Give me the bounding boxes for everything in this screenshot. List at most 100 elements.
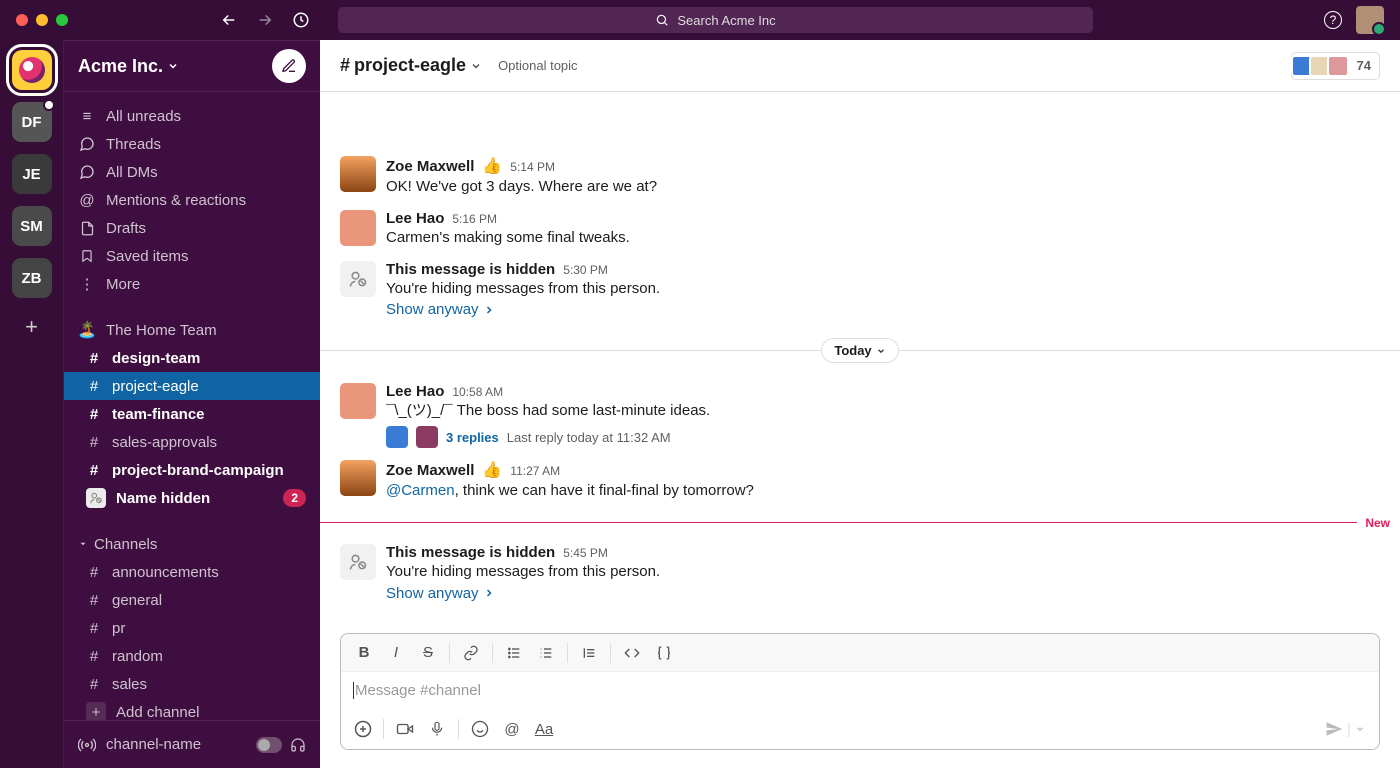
ordered-list-button[interactable] bbox=[499, 638, 529, 668]
emoji-button[interactable] bbox=[465, 714, 495, 744]
channel-name-button[interactable]: # project-eagle bbox=[340, 55, 482, 76]
hidden-avatar-icon bbox=[86, 488, 106, 508]
message[interactable]: Zoe Maxwell👍5:14 PM OK! We've got 3 days… bbox=[320, 150, 1400, 204]
channel-design-team[interactable]: #design-team bbox=[64, 344, 320, 372]
member-count: 74 bbox=[1357, 58, 1371, 73]
strike-button[interactable]: S bbox=[413, 638, 443, 668]
mention-button[interactable]: @ bbox=[497, 714, 527, 744]
timestamp[interactable]: 10:58 AM bbox=[452, 385, 503, 399]
audio-button[interactable] bbox=[422, 714, 452, 744]
channel-pr[interactable]: #pr bbox=[64, 614, 320, 642]
search-input[interactable]: Search Acme Inc bbox=[338, 7, 1093, 33]
workspace-zb[interactable]: ZB bbox=[12, 258, 52, 298]
codeblock-button[interactable] bbox=[649, 638, 679, 668]
headphones-icon[interactable] bbox=[290, 737, 306, 753]
message-input[interactable]: Message #channel bbox=[341, 672, 1379, 709]
mentions-icon: @ bbox=[78, 192, 96, 209]
nav-threads[interactable]: Threads bbox=[64, 130, 320, 158]
hidden-message[interactable]: This message is hidden5:45 PM You're hid… bbox=[320, 538, 1400, 608]
add-workspace-button[interactable]: + bbox=[25, 314, 38, 340]
nav-mentions[interactable]: @Mentions & reactions bbox=[64, 186, 320, 214]
avatar[interactable] bbox=[340, 460, 376, 496]
channel-general[interactable]: #general bbox=[64, 586, 320, 614]
timestamp[interactable]: 5:14 PM bbox=[510, 160, 555, 174]
sidebar: Acme Inc. ≡All unreads Threads All DMs @… bbox=[64, 40, 320, 768]
minimize-window[interactable] bbox=[36, 14, 48, 26]
avatar[interactable] bbox=[340, 210, 376, 246]
compose-button[interactable] bbox=[272, 49, 306, 83]
section-home-team[interactable]: 🏝️The Home Team bbox=[64, 316, 320, 344]
nav-all-dms[interactable]: All DMs bbox=[64, 158, 320, 186]
more-icon: ⋮ bbox=[78, 275, 96, 293]
close-window[interactable] bbox=[16, 14, 28, 26]
message-list[interactable]: Zoe Maxwell👍5:14 PM OK! We've got 3 days… bbox=[320, 92, 1400, 633]
author-name[interactable]: Lee Hao bbox=[386, 210, 444, 227]
channel-team-finance[interactable]: #team-finance bbox=[64, 400, 320, 428]
send-button[interactable]: | bbox=[1319, 716, 1371, 742]
formatting-toggle[interactable]: Aa bbox=[529, 714, 559, 744]
titlebar: Search Acme Inc ? bbox=[0, 0, 1400, 40]
section-channels[interactable]: Channels bbox=[64, 530, 320, 558]
message-composer: B I S Message #channel bbox=[340, 633, 1380, 750]
hidden-message[interactable]: This message is hidden5:30 PM You're hid… bbox=[320, 255, 1400, 325]
author-name[interactable]: Zoe Maxwell bbox=[386, 158, 474, 175]
footer-channel[interactable]: channel-name bbox=[106, 736, 201, 753]
author-name[interactable]: Lee Hao bbox=[386, 383, 444, 400]
avatar[interactable] bbox=[340, 383, 376, 419]
message-text: ¯\_(ツ)_/¯ The boss had some last-minute … bbox=[386, 400, 1380, 422]
member-list-button[interactable]: 74 bbox=[1291, 52, 1380, 80]
channel-project-brand-campaign[interactable]: #project-brand-campaign bbox=[64, 456, 320, 484]
attach-button[interactable] bbox=[349, 715, 377, 743]
timestamp[interactable]: 5:45 PM bbox=[563, 546, 608, 560]
channel-project-eagle[interactable]: #project-eagle bbox=[64, 372, 320, 400]
timestamp[interactable]: 11:27 AM bbox=[510, 464, 560, 478]
timestamp[interactable]: 5:30 PM bbox=[563, 263, 608, 277]
workspace-sm[interactable]: SM bbox=[12, 206, 52, 246]
date-pill[interactable]: Today bbox=[821, 338, 898, 363]
antenna-icon bbox=[78, 736, 96, 754]
workspace-acme[interactable] bbox=[12, 50, 52, 90]
nav-all-unreads[interactable]: ≡All unreads bbox=[64, 102, 320, 130]
workspace-je[interactable]: JE bbox=[12, 154, 52, 194]
link-button[interactable] bbox=[456, 638, 486, 668]
message[interactable]: Lee Hao 10:58 AM ¯\_(ツ)_/¯ The boss had s… bbox=[320, 377, 1400, 454]
history-forward[interactable] bbox=[256, 11, 274, 29]
channel-random[interactable]: #random bbox=[64, 642, 320, 670]
nav-more[interactable]: ⋮More bbox=[64, 270, 320, 298]
bullet-list-button[interactable] bbox=[531, 638, 561, 668]
help-icon[interactable]: ? bbox=[1324, 11, 1342, 29]
send-icon bbox=[1325, 720, 1343, 738]
message[interactable]: Lee Hao5:16 PM Carmen's making some fina… bbox=[320, 204, 1400, 255]
channel-sales-approvals[interactable]: #sales-approvals bbox=[64, 428, 320, 456]
hidden-label: This message is hidden bbox=[386, 261, 555, 278]
workspace-df[interactable]: DF bbox=[12, 102, 52, 142]
blockquote-button[interactable] bbox=[574, 638, 604, 668]
code-button[interactable] bbox=[617, 638, 647, 668]
workspace-switcher[interactable]: Acme Inc. bbox=[78, 56, 179, 77]
dm-name-hidden[interactable]: Name hidden 2 bbox=[64, 484, 320, 512]
show-anyway-link[interactable]: Show anyway bbox=[386, 585, 495, 602]
video-button[interactable] bbox=[390, 714, 420, 744]
maximize-window[interactable] bbox=[56, 14, 68, 26]
italic-button[interactable]: I bbox=[381, 638, 411, 668]
history-back[interactable] bbox=[220, 11, 238, 29]
nav-saved[interactable]: Saved items bbox=[64, 242, 320, 270]
history-icon[interactable] bbox=[292, 11, 310, 29]
huddle-toggle[interactable] bbox=[256, 737, 282, 753]
bold-button[interactable]: B bbox=[349, 638, 379, 668]
threads-icon bbox=[78, 136, 96, 152]
new-label: New bbox=[1357, 516, 1400, 530]
user-avatar[interactable] bbox=[1356, 6, 1384, 34]
avatar[interactable] bbox=[340, 156, 376, 192]
author-name[interactable]: Zoe Maxwell bbox=[386, 462, 474, 479]
add-channel-button[interactable]: +Add channel bbox=[64, 698, 320, 720]
message[interactable]: Zoe Maxwell👍11:27 AM @Carmen, think we c… bbox=[320, 454, 1400, 508]
mention[interactable]: @Carmen bbox=[386, 482, 455, 499]
channel-announcements[interactable]: #announcements bbox=[64, 558, 320, 586]
thread-summary[interactable]: 3 replies Last reply today at 11:32 AM bbox=[386, 426, 1380, 448]
channel-sales[interactable]: #sales bbox=[64, 670, 320, 698]
timestamp[interactable]: 5:16 PM bbox=[452, 212, 497, 226]
nav-drafts[interactable]: Drafts bbox=[64, 214, 320, 242]
channel-topic[interactable]: Optional topic bbox=[498, 58, 578, 73]
show-anyway-link[interactable]: Show anyway bbox=[386, 301, 495, 318]
